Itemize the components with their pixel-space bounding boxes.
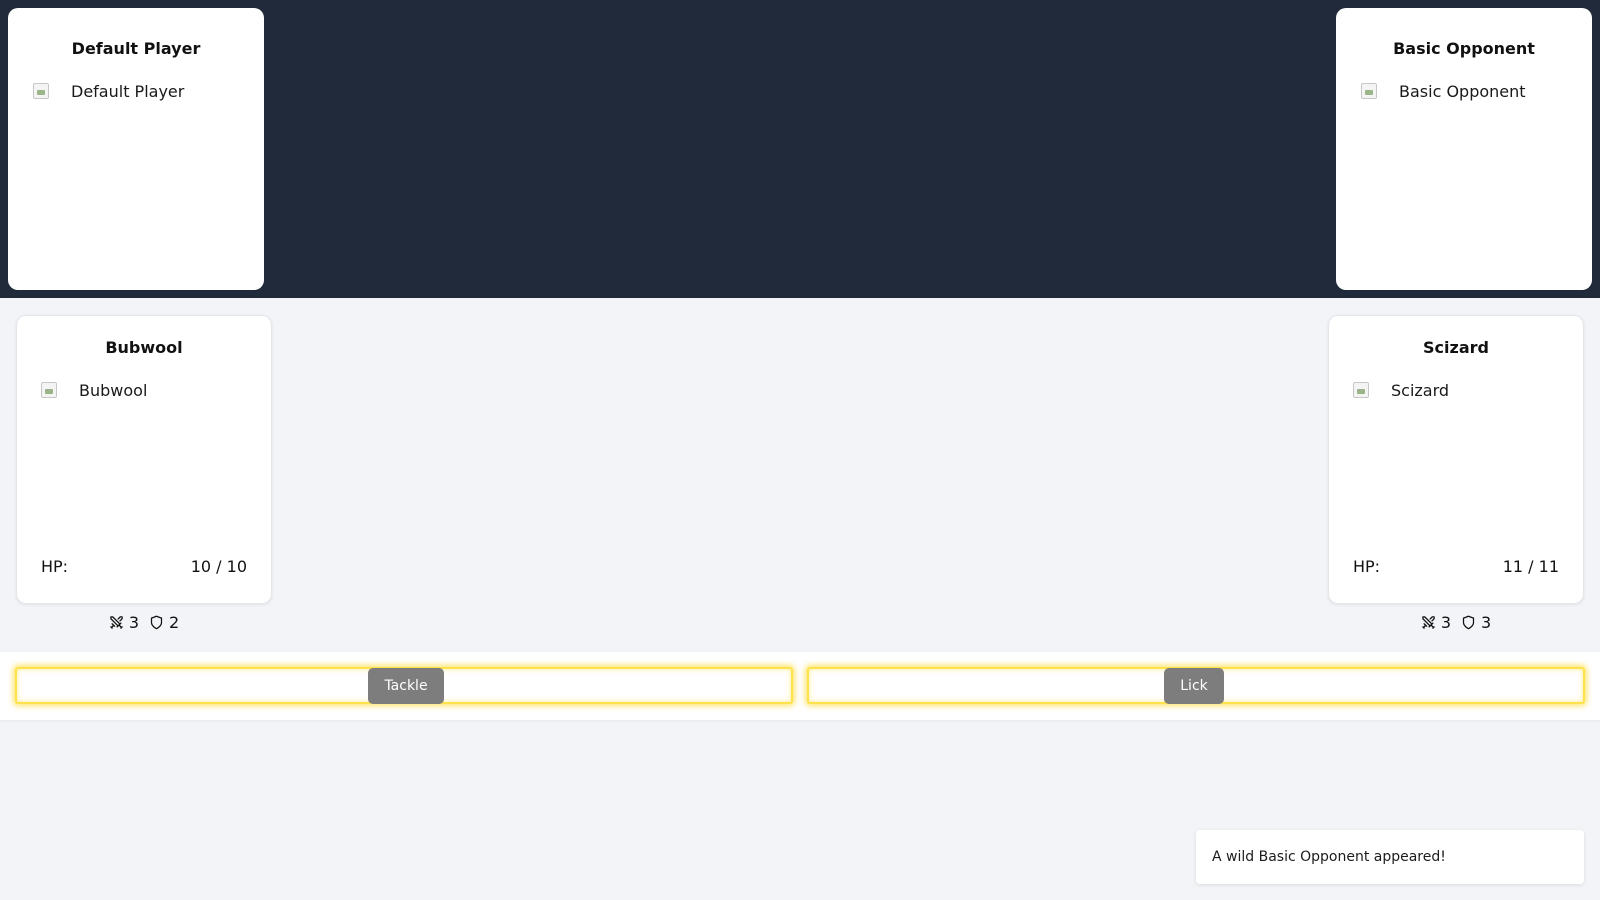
attack-value: 3 [128,613,139,632]
shield-icon [1462,615,1475,630]
battle-log-message: A wild Basic Opponent appeared! [1212,849,1446,865]
hp-value: 11 / 11 [1502,557,1559,576]
player-monster-hp: HP: 10 / 10 [41,557,247,576]
player-monster-stats: 3 2 [16,613,272,632]
attack-stat: 3 [109,613,139,632]
hp-value: 10 / 10 [190,557,247,576]
opponent-monster-image-alt: Scizard [1391,381,1450,400]
player-trainer-card: Default Player Default Player [8,8,264,290]
broken-image-icon [1361,83,1377,99]
opponent-image: Basic Opponent [1361,82,1526,101]
broken-image-icon [41,382,57,398]
defense-stat: 2 [149,613,179,632]
moves-bar: Tackle Lick [0,652,1600,720]
opponent-monster-card: Scizard Scizard HP: 11 / 11 [1328,315,1584,604]
broken-image-icon [33,83,49,99]
crossed-swords-icon [1422,616,1435,629]
broken-image-icon [1353,382,1369,398]
player-image: Default Player [33,82,184,101]
defense-value: 3 [1481,613,1492,632]
shield-icon [150,615,163,630]
opponent-trainer-card: Basic Opponent Basic Opponent [1336,8,1592,290]
opponent-image-alt: Basic Opponent [1399,82,1526,101]
player-monster-image-alt: Bubwool [79,381,148,400]
crossed-swords-icon [110,616,123,629]
move-button-tackle[interactable]: Tackle [368,668,444,704]
player-image-alt: Default Player [71,82,185,101]
attack-stat: 3 [1421,613,1451,632]
defense-stat: 3 [1461,613,1491,632]
opponent-monster-name: Scizard [1423,338,1489,357]
opponent-monster-image: Scizard [1353,381,1449,400]
player-name: Default Player [71,39,201,58]
player-monster-name: Bubwool [105,338,183,357]
opponent-monster-hp: HP: 11 / 11 [1353,557,1559,576]
attack-value: 3 [1440,613,1451,632]
battle-log-toast: A wild Basic Opponent appeared! [1196,830,1584,884]
opponent-name: Basic Opponent [1393,39,1535,58]
hp-label: HP: [41,557,69,576]
player-monster-card: Bubwool Bubwool HP: 10 / 10 [16,315,272,604]
player-monster-image: Bubwool [41,381,147,400]
hp-label: HP: [1353,557,1381,576]
defense-value: 2 [169,613,180,632]
opponent-monster-stats: 3 3 [1328,613,1584,632]
move-button-lick[interactable]: Lick [1164,668,1224,704]
